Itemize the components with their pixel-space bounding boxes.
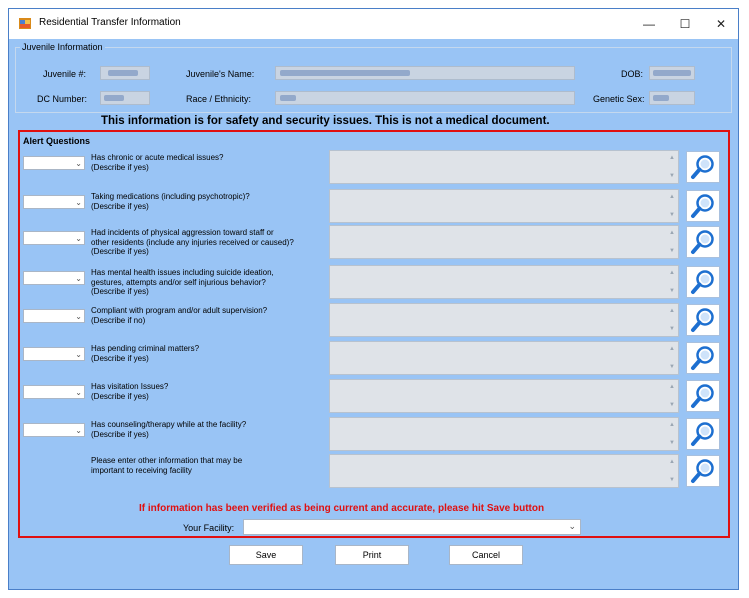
description-textarea[interactable]: ▲ ▼	[329, 150, 679, 184]
question-text: Has visitation Issues? (Describe if yes)	[91, 382, 169, 401]
dob-label: DOB:	[621, 69, 644, 79]
scroll-up-icon[interactable]: ▲	[669, 384, 675, 390]
question-text: Has pending criminal matters? (Describe …	[91, 344, 200, 363]
answer-dropdown[interactable]: ⌄	[23, 195, 85, 209]
description-textarea[interactable]: ▲ ▼	[329, 225, 679, 259]
description-textarea[interactable]: ▲ ▼	[329, 265, 679, 299]
genetic-sex-label: Genetic Sex:	[593, 94, 645, 104]
scroll-up-icon[interactable]: ▲	[669, 459, 675, 465]
scroll-up-icon[interactable]: ▲	[669, 308, 675, 314]
facility-label: Your Facility:	[183, 523, 235, 533]
search-button[interactable]	[686, 418, 720, 450]
alert-questions-title: Alert Questions	[23, 136, 91, 146]
answer-dropdown[interactable]: ⌄	[23, 231, 85, 245]
race-ethnicity-field	[275, 91, 575, 105]
chevron-down-icon: ⌄	[75, 159, 82, 168]
chevron-down-icon: ⌄	[75, 198, 82, 207]
magnifier-icon	[691, 308, 714, 332]
scroll-down-icon[interactable]: ▼	[669, 326, 675, 332]
search-button[interactable]	[686, 266, 720, 298]
answer-dropdown[interactable]: ⌄	[23, 423, 85, 437]
magnifier-icon	[691, 230, 714, 254]
magnifier-icon	[691, 194, 714, 218]
print-button[interactable]: Print	[335, 545, 409, 565]
scroll-down-icon[interactable]: ▼	[669, 173, 675, 179]
chevron-down-icon: ⌄	[75, 426, 82, 435]
answer-dropdown[interactable]: ⌄	[23, 385, 85, 399]
search-button[interactable]	[686, 455, 720, 487]
answer-dropdown[interactable]: ⌄	[23, 309, 85, 323]
magnifier-icon	[691, 346, 714, 370]
magnifier-icon	[691, 422, 714, 446]
chevron-down-icon: ⌄	[568, 521, 576, 531]
app-icon	[19, 18, 31, 29]
description-textarea[interactable]: ▲ ▼	[329, 341, 679, 375]
answer-dropdown[interactable]: ⌄	[23, 347, 85, 361]
juvenile-name-field	[275, 66, 575, 80]
scroll-up-icon[interactable]: ▲	[669, 270, 675, 276]
chevron-down-icon: ⌄	[75, 274, 82, 283]
scroll-down-icon[interactable]: ▼	[669, 248, 675, 254]
scroll-up-icon[interactable]: ▲	[669, 346, 675, 352]
scroll-up-icon[interactable]: ▲	[669, 194, 675, 200]
maximize-button[interactable]: ☐	[665, 9, 705, 39]
close-button[interactable]: ✕	[701, 9, 738, 39]
search-button[interactable]	[686, 190, 720, 222]
scroll-down-icon[interactable]: ▼	[669, 212, 675, 218]
genetic-sex-field	[649, 91, 695, 105]
safety-notice: This information is for safety and secur…	[101, 115, 550, 127]
question-text: Compliant with program and/or adult supe…	[91, 306, 268, 325]
search-button[interactable]	[686, 226, 720, 258]
chevron-down-icon: ⌄	[75, 350, 82, 359]
chevron-down-icon: ⌄	[75, 312, 82, 321]
cancel-button[interactable]: Cancel	[449, 545, 523, 565]
dob-field	[649, 66, 695, 80]
scroll-down-icon[interactable]: ▼	[669, 288, 675, 294]
scroll-down-icon[interactable]: ▼	[669, 364, 675, 370]
juvenile-number-label: Juvenile #:	[43, 69, 87, 79]
answer-dropdown[interactable]: ⌄	[23, 156, 85, 170]
dc-number-label: DC Number:	[37, 94, 88, 104]
description-textarea[interactable]: ▲ ▼	[329, 417, 679, 451]
residential-transfer-window: Residential Transfer Information — ☐ ✕ J…	[8, 8, 739, 590]
other-info-label: Please enter other information that may …	[91, 456, 243, 475]
race-ethnicity-label: Race / Ethnicity:	[186, 94, 252, 104]
description-textarea[interactable]: ▲ ▼	[329, 454, 679, 488]
question-text: Has mental health issues including suici…	[91, 268, 274, 296]
juvenile-number-field	[100, 66, 150, 80]
question-text: Has chronic or acute medical issues? (De…	[91, 153, 224, 172]
search-button[interactable]	[686, 304, 720, 336]
chevron-down-icon: ⌄	[75, 388, 82, 397]
window-title: Residential Transfer Information	[39, 17, 181, 28]
minimize-button[interactable]: —	[629, 9, 669, 39]
scroll-up-icon[interactable]: ▲	[669, 155, 675, 161]
save-button[interactable]: Save	[229, 545, 303, 565]
magnifier-icon	[691, 155, 714, 179]
scroll-up-icon[interactable]: ▲	[669, 422, 675, 428]
magnifier-icon	[691, 384, 714, 408]
dc-number-field	[100, 91, 150, 105]
magnifier-icon	[691, 270, 714, 294]
question-text: Had incidents of physical aggression tow…	[91, 228, 294, 256]
description-textarea[interactable]: ▲ ▼	[329, 303, 679, 337]
scroll-down-icon[interactable]: ▼	[669, 402, 675, 408]
magnifier-icon	[691, 459, 714, 483]
answer-dropdown[interactable]: ⌄	[23, 271, 85, 285]
scroll-up-icon[interactable]: ▲	[669, 230, 675, 236]
search-button[interactable]	[686, 151, 720, 183]
juvenile-info-title: Juvenile Information	[20, 42, 105, 52]
question-text: Has counseling/therapy while at the faci…	[91, 420, 247, 439]
description-textarea[interactable]: ▲ ▼	[329, 189, 679, 223]
search-button[interactable]	[686, 380, 720, 412]
question-text: Taking medications (including psychotrop…	[91, 192, 250, 211]
facility-select[interactable]: ⌄	[243, 519, 581, 535]
description-textarea[interactable]: ▲ ▼	[329, 379, 679, 413]
scroll-down-icon[interactable]: ▼	[669, 477, 675, 483]
juvenile-name-label: Juvenile's Name:	[186, 69, 255, 79]
verify-message: If information has been verified as bein…	[139, 503, 545, 514]
chevron-down-icon: ⌄	[75, 234, 82, 243]
search-button[interactable]	[686, 342, 720, 374]
title-bar: Residential Transfer Information — ☐ ✕	[9, 9, 738, 39]
scroll-down-icon[interactable]: ▼	[669, 440, 675, 446]
